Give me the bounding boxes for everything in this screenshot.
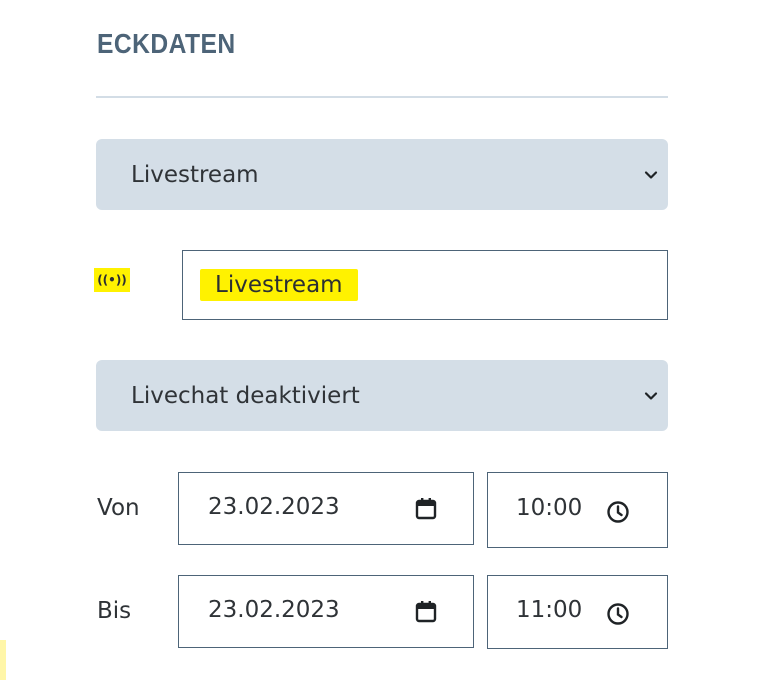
stream-name-value: Livestream xyxy=(200,269,358,301)
von-time-input[interactable]: 10:00 xyxy=(487,472,668,548)
section-title: ECKDATEN xyxy=(97,28,236,59)
clock-icon[interactable] xyxy=(606,500,630,524)
stream-type-select[interactable]: Livestream xyxy=(96,139,668,210)
stream-type-value: Livestream xyxy=(131,161,259,188)
von-date-value: 23.02.2023 xyxy=(208,494,340,520)
livechat-value: Livechat deaktiviert xyxy=(131,382,360,409)
chevron-down-icon xyxy=(644,391,658,400)
broadcast-icon: ((•)) xyxy=(94,268,130,292)
von-label: Von xyxy=(97,495,140,521)
bis-date-input[interactable]: 23.02.2023 xyxy=(178,575,474,648)
stream-name-input[interactable]: Livestream xyxy=(182,250,668,320)
bis-time-value: 11:00 xyxy=(516,597,583,623)
calendar-icon[interactable] xyxy=(415,600,437,624)
bis-label: Bis xyxy=(97,598,132,624)
highlight-strip xyxy=(0,640,6,680)
calendar-icon[interactable] xyxy=(415,497,437,521)
bis-date-value: 23.02.2023 xyxy=(208,597,340,623)
livechat-select[interactable]: Livechat deaktiviert xyxy=(96,360,668,431)
von-time-value: 10:00 xyxy=(516,495,583,521)
clock-icon[interactable] xyxy=(606,602,630,626)
section-divider xyxy=(96,96,668,98)
von-date-input[interactable]: 23.02.2023 xyxy=(178,472,474,545)
chevron-down-icon xyxy=(644,170,658,179)
bis-time-input[interactable]: 11:00 xyxy=(487,575,668,649)
